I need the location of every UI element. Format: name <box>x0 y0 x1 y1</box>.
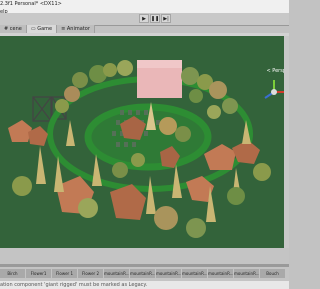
view-tabs: # cene ▭ Game ≡ Animator <box>0 25 95 33</box>
step-icon[interactable]: ▶| <box>161 14 171 23</box>
game-icon: ▭ <box>30 26 36 32</box>
asset-item[interactable]: mountainR... <box>208 269 233 278</box>
asset-item[interactable]: Flower1 <box>26 269 51 278</box>
inspector-edge <box>284 36 289 248</box>
scene-render <box>0 36 289 248</box>
scene-viewport[interactable] <box>0 36 289 248</box>
asset-item[interactable]: Flower 1 <box>52 269 77 278</box>
title-bar: 2.3f1 Personal* <DX11> <box>0 0 289 8</box>
asset-item[interactable]: Flower 2 <box>78 269 103 278</box>
window-title: 2.3f1 Personal* <DX11> <box>0 1 62 7</box>
house <box>137 60 182 98</box>
asset-item[interactable]: mountainR... <box>104 269 129 278</box>
play-controls: ▶ ❚❚ ▶| <box>139 14 171 23</box>
horizontal-scrollbar[interactable] <box>0 264 289 267</box>
status-bar: ation component 'giant rigged' must be m… <box>0 281 289 289</box>
play-icon[interactable]: ▶ <box>139 14 149 23</box>
pause-icon[interactable]: ❚❚ <box>150 14 160 23</box>
asset-item[interactable]: mountainR... <box>182 269 207 278</box>
tab-animator-label: Animator <box>66 26 90 32</box>
asset-list: Birch Flower1 Flower 1 Flower 2 mountain… <box>0 269 289 278</box>
animator-icon: ≡ <box>61 26 66 32</box>
asset-item[interactable]: mountainR... <box>234 269 259 278</box>
asset-item[interactable]: mountainR... <box>156 269 181 278</box>
tab-game-label: Game <box>37 26 53 32</box>
grid-icon: # <box>4 26 9 32</box>
tab-scene-label: cene <box>9 26 22 32</box>
tab-game[interactable]: ▭ Game <box>26 25 58 33</box>
tab-animator[interactable]: ≡ Animator <box>57 25 95 33</box>
tab-scene[interactable]: # cene <box>0 25 27 33</box>
asset-item[interactable]: Bouch <box>260 269 285 278</box>
asset-item[interactable]: mountainR... <box>130 269 155 278</box>
asset-item[interactable]: Birch <box>0 269 25 278</box>
